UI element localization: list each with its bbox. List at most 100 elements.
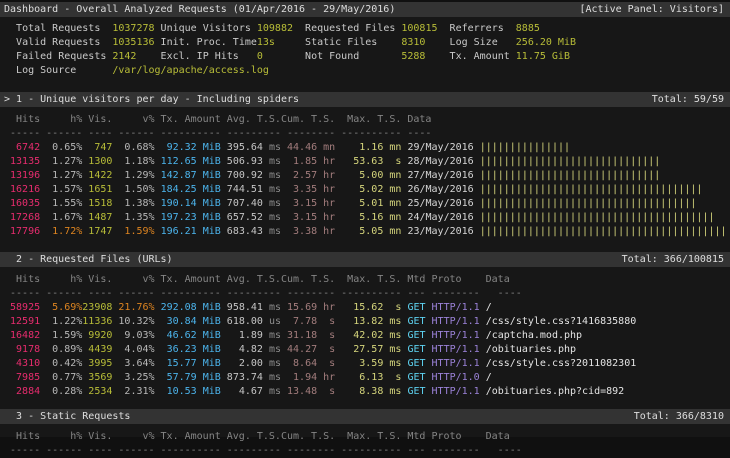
panel-header-2: 2 - Requested Files (URLs) Total: 366/100… — [0, 252, 730, 267]
cell-tx-amount: 30.84 MiB — [155, 316, 221, 327]
column-header-row: Hits h% Vis. v% Tx. Amount Avg. T.S.Cum.… — [4, 113, 730, 127]
separator-row: ----- ------ ---- ------ ---------- ----… — [4, 444, 730, 458]
cell-visitors: 1651 — [82, 184, 112, 195]
cell-visitors-pct: 1.59% — [112, 226, 154, 237]
summary-value: 1035136 — [112, 37, 160, 48]
cell-hits: 13135 — [4, 156, 40, 167]
column-header-row: Hits h% Vis. v% Tx. Amount Avg. T.S.Cum.… — [4, 273, 730, 287]
table-row[interactable]: 16482 1.59% 9920 9.03% 46.62 MiB 1.89 ms… — [4, 329, 730, 343]
cell-bar-chart: ||||||||||||||||||||||||||||||||||||||||… — [474, 226, 727, 237]
panel-total: Total: 366/100815 — [622, 252, 724, 267]
cell-visitors: 1422 — [82, 170, 112, 181]
cell-tx-amount: 184.25 MiB — [155, 184, 221, 195]
cell-hits-pct: 5.69% — [40, 302, 82, 313]
cell-tx-amount: 142.87 MiB — [155, 170, 221, 181]
panels-container: > 1 - Unique visitors per day - Includin… — [0, 92, 730, 458]
cell-avg-ts: 506.93 — [221, 156, 263, 167]
cell-tx-amount: 15.77 MiB — [155, 358, 221, 369]
summary-value: 100815 — [401, 23, 449, 34]
cell-avg-ts-unit: us — [263, 316, 281, 327]
panel-title[interactable]: 3 - Static Requests — [4, 409, 130, 424]
cell-cum-ts: 13.48 s — [281, 386, 335, 397]
cell-tx-amount: 197.23 MiB — [155, 212, 221, 223]
header-separator: ----- ------ ---- ------ ---------- ----… — [4, 128, 431, 139]
cell-tx-amount: 92.32 MiB — [155, 142, 221, 153]
table-row[interactable]: 7985 0.77% 3569 3.25% 57.79 MiB 873.74 m… — [4, 371, 730, 385]
cell-cum-ts: 7.78 s — [281, 316, 335, 327]
cell-visitors-pct: 1.18% — [112, 156, 154, 167]
cell-avg-ts: 1.89 — [221, 330, 263, 341]
cell-avg-ts: 4.67 — [221, 386, 263, 397]
cell-hits-pct: 1.22% — [40, 316, 82, 327]
cell-hits-pct: 0.28% — [40, 386, 82, 397]
panel-table-1: Hits h% Vis. v% Tx. Amount Avg. T.S.Cum.… — [0, 107, 730, 239]
cell-bar-chart: |||||||||||||||||||||||||||||||||||| — [474, 198, 697, 209]
cell-tx-amount: 292.08 MiB — [155, 302, 221, 313]
cell-max-ts: 15.62 s — [335, 302, 401, 313]
cell-max-ts: 5.01 mn — [335, 198, 401, 209]
table-row[interactable]: 13196 1.27% 1422 1.29% 142.87 MiB 700.92… — [4, 169, 730, 183]
table-row[interactable]: 16216 1.57% 1651 1.50% 184.25 MiB 744.51… — [4, 183, 730, 197]
table-row[interactable]: 12591 1.22%11336 10.32% 30.84 MiB 618.00… — [4, 315, 730, 329]
panel-table-3: Hits h% Vis. v% Tx. Amount Avg. T.S.Cum.… — [0, 424, 730, 458]
cell-date: 29/May/2016 — [401, 142, 473, 153]
cell-method: GET — [401, 372, 425, 383]
summary-label: Failed Requests — [16, 51, 112, 62]
cell-avg-ts: 707.40 — [221, 198, 263, 209]
summary-value: 11.75 GiB — [516, 51, 570, 62]
cell-cum-ts: 2.57 hr — [281, 170, 335, 181]
cell-cum-ts: 1.94 hr — [281, 372, 335, 383]
cell-max-ts: 5.05 mn — [335, 226, 401, 237]
cell-protocol: HTTP/1.1 — [426, 358, 480, 369]
cell-avg-ts-unit: ms — [263, 198, 281, 209]
summary-label: Log Size — [450, 37, 516, 48]
cell-avg-ts-unit: ms — [263, 226, 281, 237]
column-headers: Hits h% Vis. v% Tx. Amount Avg. T.S.Cum.… — [4, 114, 431, 125]
cell-visitors-pct: 10.32% — [112, 316, 154, 327]
cell-avg-ts-unit: ms — [263, 142, 281, 153]
table-row[interactable]: 2884 0.28% 2534 2.31% 10.53 MiB 4.67 ms … — [4, 385, 730, 399]
cell-visitors-pct: 1.50% — [112, 184, 154, 195]
cell-visitors: 4439 — [82, 344, 112, 355]
cell-hits-pct: 0.42% — [40, 358, 82, 369]
table-row[interactable]: 13135 1.27% 1300 1.18% 112.65 MiB 506.93… — [4, 155, 730, 169]
cell-hits-pct: 1.72% — [40, 226, 82, 237]
cell-visitors: 11336 — [82, 316, 112, 327]
cell-avg-ts-unit: ms — [263, 170, 281, 181]
cell-tx-amount: 36.23 MiB — [155, 344, 221, 355]
cell-visitors-pct: 0.68% — [112, 142, 154, 153]
indent — [4, 23, 16, 34]
table-row[interactable]: 4310 0.42% 3995 3.64% 15.77 MiB 2.00 ms … — [4, 357, 730, 371]
table-row[interactable]: 16035 1.55% 1518 1.38% 190.14 MiB 707.40… — [4, 197, 730, 211]
summary-value: 8310 — [401, 37, 449, 48]
cell-cum-ts: 3.15 hr — [281, 212, 335, 223]
table-row[interactable]: 58925 5.69%23908 21.76% 292.08 MiB 958.4… — [4, 301, 730, 315]
cell-max-ts: 8.38 ms — [335, 386, 401, 397]
cell-protocol: HTTP/1.0 — [426, 372, 480, 383]
cell-method: GET — [401, 330, 425, 341]
cell-date: 23/May/2016 — [401, 226, 473, 237]
cell-max-ts: 6.13 s — [335, 372, 401, 383]
panel-total: Total: 366/8310 — [634, 409, 724, 424]
cell-visitors-pct: 9.03% — [112, 330, 154, 341]
table-row[interactable]: 17796 1.72% 1747 1.59% 196.21 MiB 683.43… — [4, 225, 730, 239]
cell-tx-amount: 196.21 MiB — [155, 226, 221, 237]
table-row[interactable]: 6742 0.65% 747 0.68% 92.32 MiB 395.64 ms… — [4, 141, 730, 155]
summary-value: 256.20 MiB — [516, 37, 576, 48]
cell-hits: 58925 — [4, 302, 40, 313]
summary-label: Static Files — [305, 37, 401, 48]
summary-label: Unique Visitors — [161, 23, 257, 34]
summary-label: Requested Files — [305, 23, 401, 34]
cell-max-ts: 53.63 s — [335, 156, 401, 167]
table-row[interactable]: 9178 0.89% 4439 4.04% 36.23 MiB 4.82 ms … — [4, 343, 730, 357]
summary-label: Total Requests — [16, 23, 112, 34]
cell-avg-ts: 2.00 — [221, 358, 263, 369]
overall-summary: Total Requests 1037278 Unique Visitors 1… — [0, 17, 730, 78]
cell-max-ts: 3.59 ms — [335, 358, 401, 369]
cell-hits-pct: 1.27% — [40, 156, 82, 167]
table-row[interactable]: 17268 1.67% 1487 1.35% 197.23 MiB 657.52… — [4, 211, 730, 225]
cell-protocol: HTTP/1.1 — [426, 302, 480, 313]
cell-visitors-pct: 1.38% — [112, 198, 154, 209]
panel-title[interactable]: 2 - Requested Files (URLs) — [4, 252, 173, 267]
panel-title[interactable]: > 1 - Unique visitors per day - Includin… — [4, 92, 299, 107]
